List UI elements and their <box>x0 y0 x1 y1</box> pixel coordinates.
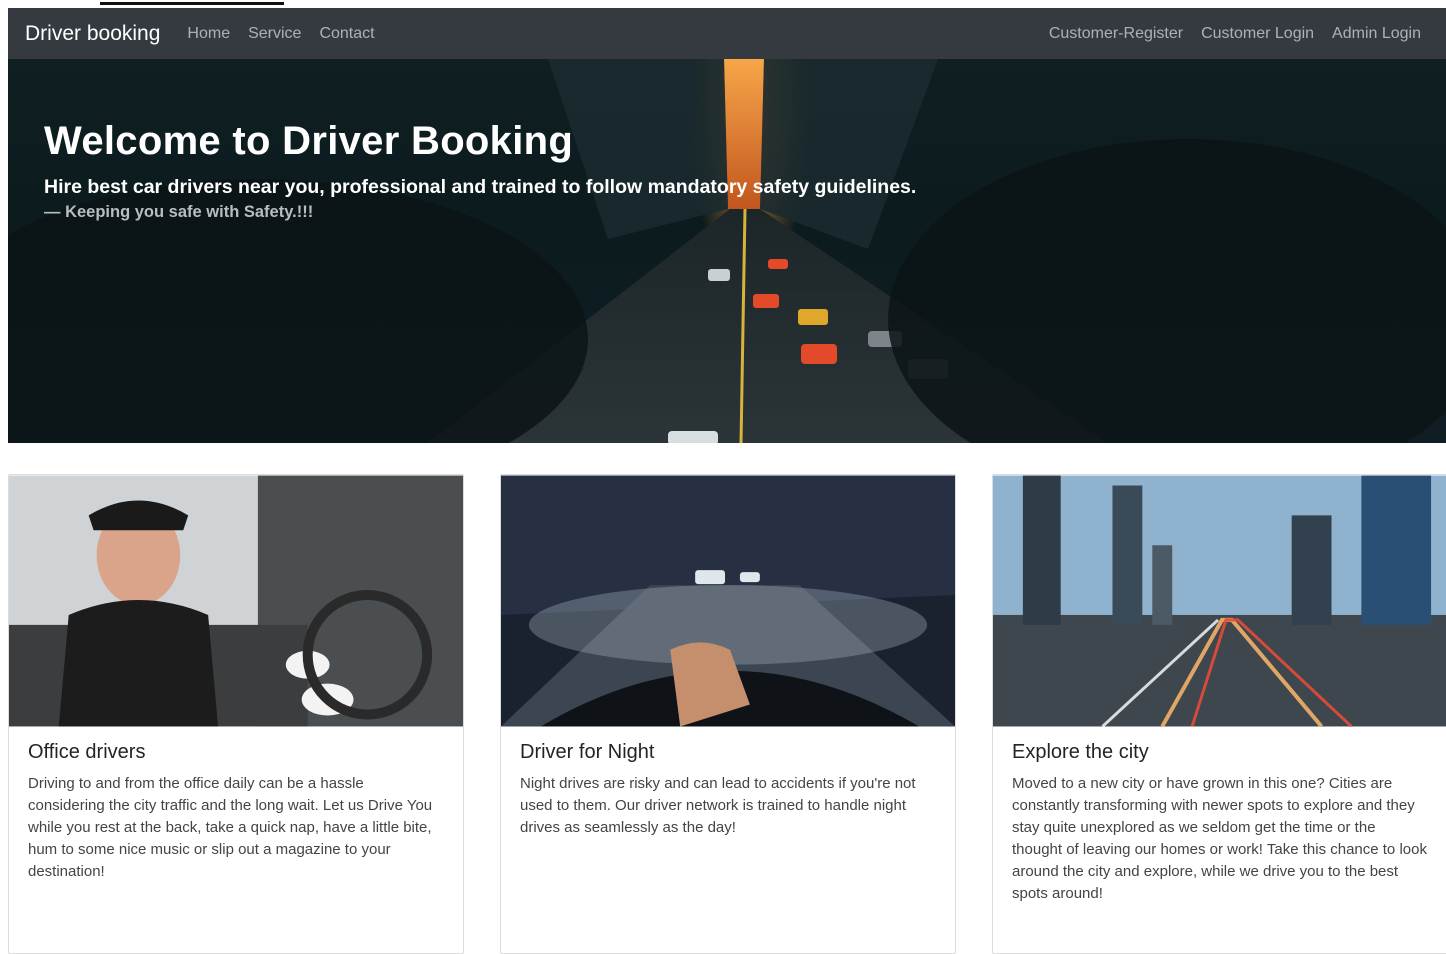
navbar: Driver booking Home Service Contact Cust… <box>8 8 1446 59</box>
card-title: Office drivers <box>28 741 146 763</box>
nav-home[interactable]: Home <box>178 25 239 43</box>
hero-title: Welcome to Driver Booking <box>44 119 574 163</box>
hero-lead: Hire best car drivers near you, professi… <box>44 176 917 198</box>
hero-text: Welcome to Driver Booking Hire best car … <box>44 119 916 222</box>
brand-link[interactable]: Driver booking <box>25 22 160 46</box>
card-body: Office drivers Driving to and from the o… <box>9 727 463 897</box>
nav-contact[interactable]: Contact <box>310 25 383 43</box>
card-body: Explore the city Moved to a new city or … <box>993 727 1446 919</box>
nav-service[interactable]: Service <box>239 25 310 43</box>
night-drive-image <box>501 475 955 727</box>
card-title: Driver for Night <box>520 741 655 763</box>
card-text: Driving to and from the office daily can… <box>28 775 433 880</box>
nav-left: Home Service Contact <box>178 25 383 43</box>
nav-admin-login[interactable]: Admin Login <box>1323 25 1430 43</box>
card-title: Explore the city <box>1012 741 1149 763</box>
top-underline <box>100 2 284 5</box>
card-text: Night drives are risky and can lead to a… <box>520 775 916 836</box>
nav-customer-login[interactable]: Customer Login <box>1192 25 1323 43</box>
card-body: Driver for Night Night drives are risky … <box>501 727 955 853</box>
nav-right: Customer-Register Customer Login Admin L… <box>1040 25 1430 43</box>
hero-jumbotron: Welcome to Driver Booking Hire best car … <box>8 59 1446 443</box>
top-strip <box>0 0 1446 8</box>
hero-tagline: — Keeping you safe with Safety.!!! <box>44 203 314 221</box>
hero-background-image <box>8 59 1446 443</box>
nav-customer-register[interactable]: Customer-Register <box>1040 25 1192 43</box>
city-image <box>993 475 1446 727</box>
card-explore-the-city: Explore the city Moved to a new city or … <box>992 474 1446 954</box>
card-office-drivers: Office drivers Driving to and from the o… <box>8 474 464 954</box>
card-driver-for-night: Driver for Night Night drives are risky … <box>500 474 956 954</box>
card-text: Moved to a new city or have grown in thi… <box>1012 775 1427 902</box>
office-driver-image <box>9 475 463 727</box>
